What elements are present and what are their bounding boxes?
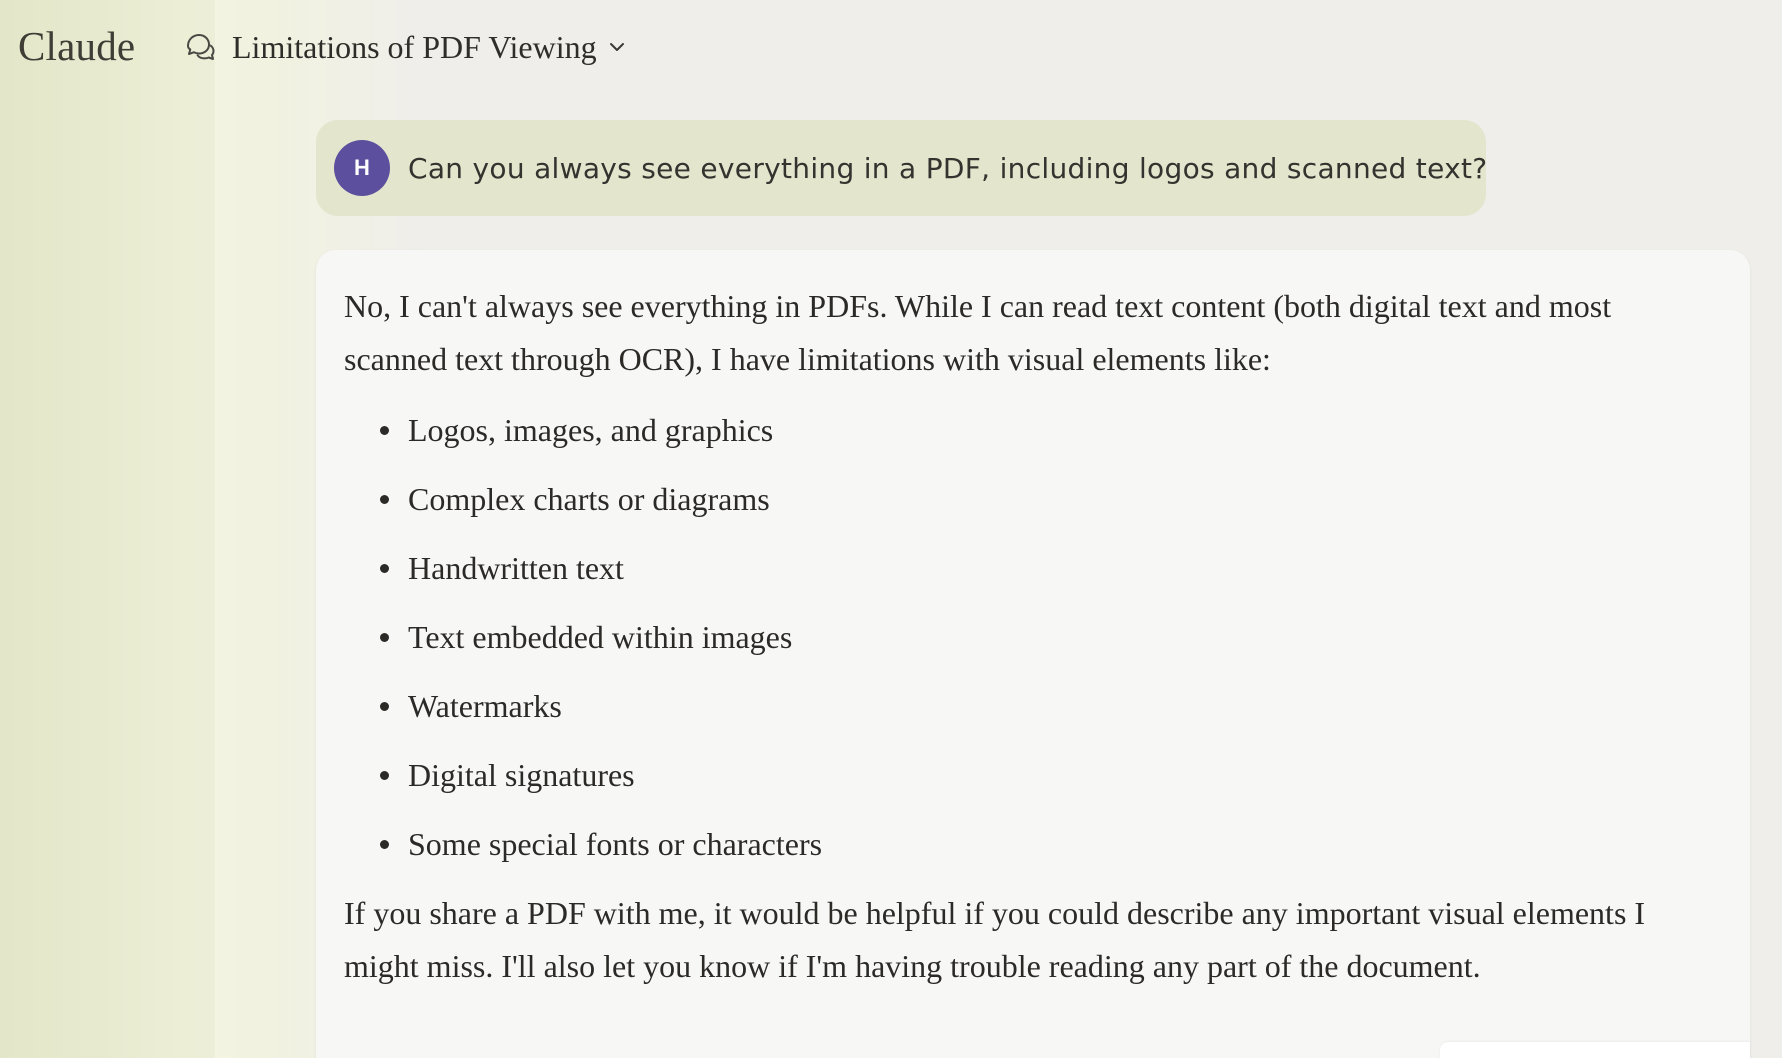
list-item-text: Text embedded within images <box>408 619 793 655</box>
user-avatar[interactable]: H <box>334 140 390 196</box>
list-item-text: Logos, images, and graphics <box>408 412 774 448</box>
bullet-dot <box>380 495 389 504</box>
list-item-text: Complex charts or diagrams <box>408 481 770 517</box>
list-item: Handwritten text <box>344 534 1710 603</box>
chat-title-button[interactable]: Limitations of PDF Viewing <box>182 24 627 70</box>
user-message-bubble: H Can you always see everything in a PDF… <box>316 120 1488 216</box>
bullet-dot <box>380 564 389 573</box>
message-actions-bar <box>1440 1042 1750 1058</box>
list-item: Text embedded within images <box>344 603 1710 672</box>
list-item-text: Digital signatures <box>408 757 635 793</box>
assistant-outro-paragraph: If you share a PDF with me, it would be … <box>344 895 1646 984</box>
background-band <box>215 0 315 1058</box>
list-item-text: Watermarks <box>408 688 562 724</box>
list-item: Watermarks <box>344 672 1710 741</box>
list-item-text: Handwritten text <box>408 550 624 586</box>
list-item: Digital signatures <box>344 741 1710 810</box>
assistant-intro-paragraph: No, I can't always see everything in PDF… <box>344 288 1612 377</box>
list-item: Complex charts or diagrams <box>344 465 1710 534</box>
user-message-text: Can you always see everything in a PDF, … <box>408 151 1488 185</box>
list-item: Some special fonts or characters <box>344 810 1710 879</box>
list-item-text: Some special fonts or characters <box>408 826 823 862</box>
bullet-dot <box>380 633 389 642</box>
assistant-message-card: No, I can't always see everything in PDF… <box>316 250 1750 1058</box>
chat-title: Limitations of PDF Viewing <box>232 28 597 65</box>
top-bar: Claude Limitations of PDF Viewing <box>0 0 1782 96</box>
brand-logo[interactable]: Claude <box>18 22 135 70</box>
bullet-dot <box>380 840 389 849</box>
list-item: Logos, images, and graphics <box>344 396 1710 465</box>
limitations-list: Logos, images, and graphics Complex char… <box>344 396 1710 879</box>
bullet-dot <box>380 771 389 780</box>
bullet-dot <box>380 702 389 711</box>
chevron-down-icon <box>607 37 627 57</box>
chat-bubbles-icon <box>182 29 218 65</box>
bullet-dot <box>380 426 389 435</box>
